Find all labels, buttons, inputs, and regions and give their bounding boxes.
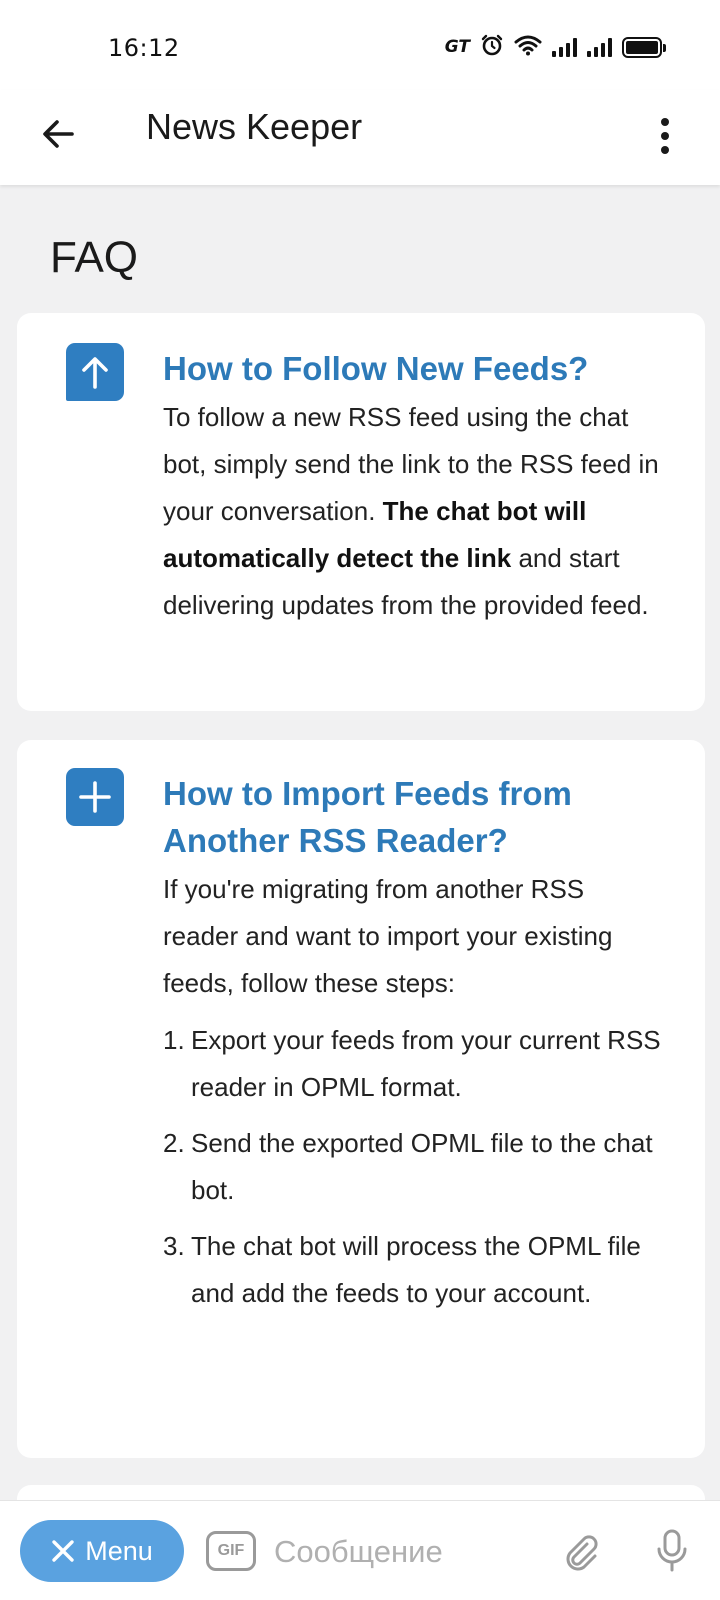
app-bar: News Keeper <box>0 90 720 185</box>
battery-icon <box>622 36 666 58</box>
status-time: 16:12 <box>108 34 180 62</box>
faq-answer: To follow a new RSS feed using the chat … <box>163 402 659 620</box>
faq-page[interactable]: FAQ How to Follow New Feeds? To follow a… <box>0 185 720 1500</box>
plus-icon <box>66 768 124 826</box>
message-input[interactable] <box>274 1527 524 1577</box>
more-options-button[interactable] <box>650 108 680 164</box>
message-input-bar: Menu GIF <box>0 1500 720 1600</box>
menu-button[interactable]: Menu <box>20 1520 184 1582</box>
faq-card <box>17 1485 705 1500</box>
faq-title: How to Follow New Feeds? <box>163 350 589 387</box>
signal-icon <box>587 37 612 57</box>
gif-button[interactable]: GIF <box>206 1531 256 1571</box>
faq-answer: If you're migrating from another RSS rea… <box>163 874 613 998</box>
faq-card: How to Import Feeds from Another RSS Rea… <box>17 740 705 1458</box>
carrier-badge: GT <box>444 37 470 57</box>
close-icon <box>52 1540 74 1562</box>
wifi-icon <box>514 34 542 60</box>
status-icons: GT <box>444 33 666 61</box>
alarm-icon <box>480 33 504 61</box>
arrow-left-icon <box>43 120 74 148</box>
faq-card-body: How to Follow New Feeds? To follow a new… <box>163 345 663 629</box>
back-button[interactable] <box>34 110 82 158</box>
list-item: 2. Send the exported OPML file to the cha… <box>163 1128 653 1205</box>
steps-list: 1. Export your feeds from your current RS… <box>163 1017 663 1317</box>
menu-button-label: Menu <box>85 1535 153 1566</box>
faq-title: How to Import Feeds from Another RSS Rea… <box>163 775 572 859</box>
faq-card: How to Follow New Feeds? To follow a new… <box>17 313 705 711</box>
list-item: 3. The chat bot will process the OPML fil… <box>163 1231 641 1308</box>
page-title: FAQ <box>50 233 139 282</box>
arrow-up-icon <box>66 343 124 401</box>
status-bar: 16:12 GT <box>0 0 720 90</box>
signal-icon <box>552 37 577 57</box>
microphone-icon <box>657 1529 687 1572</box>
microphone-button[interactable] <box>648 1525 696 1577</box>
more-vertical-icon <box>661 118 669 126</box>
list-item: 1. Export your feeds from your current RS… <box>163 1025 661 1102</box>
attach-button[interactable] <box>556 1527 604 1575</box>
paperclip-icon <box>566 1535 598 1571</box>
app-title: News Keeper <box>146 106 363 147</box>
faq-card-body: How to Import Feeds from Another RSS Rea… <box>163 770 663 1326</box>
